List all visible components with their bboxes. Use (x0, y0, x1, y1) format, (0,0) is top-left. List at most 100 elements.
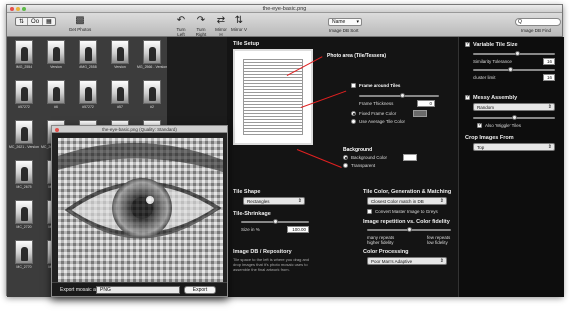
tile-shrinkage-title: Tile-Shrinkage (233, 211, 271, 217)
repetition-title: Image repetition vs. Color fidelity (363, 219, 450, 225)
thumbnail-caption: #2 (150, 105, 154, 109)
messy-assembly-select[interactable]: Random (473, 103, 555, 111)
transparent-radio[interactable] (343, 163, 348, 168)
shrinkage-slider[interactable] (241, 219, 309, 224)
thumbnail-item[interactable]: #MG_2558 (73, 39, 103, 77)
thumbnail-item[interactable]: MC_2770 (9, 239, 39, 277)
cluster-field[interactable]: 16 (543, 74, 555, 81)
size-field[interactable]: 100.00 (287, 226, 309, 233)
thumbnail-caption: Version (114, 65, 126, 69)
convert-master-checkbox[interactable] (367, 209, 372, 214)
thumbnail-image (15, 80, 33, 104)
wiggle-slider[interactable] (473, 115, 555, 120)
cluster-slider[interactable] (473, 67, 555, 72)
frame-color-swatch[interactable] (413, 110, 427, 117)
thumbnail-figure (149, 87, 156, 101)
close-window-button[interactable] (10, 7, 14, 11)
thumbnail-image (111, 40, 129, 64)
grid-view-icon[interactable]: ▦ (43, 18, 55, 25)
tile-color-title: Tile Color, Generation & Matching (363, 189, 452, 195)
export-label: Export mosaic as (60, 287, 99, 293)
tile-shape-select[interactable]: Rectangles (243, 197, 305, 205)
mosaic-preview-image (58, 138, 223, 283)
frame-slider[interactable] (359, 93, 439, 98)
mosaic-preview-window[interactable]: the-eye-basic.png (Quality: Standard) Ex… (51, 125, 228, 297)
repetition-slider[interactable] (367, 227, 451, 232)
background-color-radio[interactable] (343, 155, 348, 160)
average-tile-color-radio[interactable] (351, 119, 356, 124)
thumbnail-item[interactable]: MC_2675 (9, 159, 39, 197)
tile-setup-title: Tile Setup (233, 41, 260, 47)
thumbnail-caption: Version (50, 65, 62, 69)
variable-tile-size-label: Variable Tile Size (473, 42, 518, 48)
zoom-window-button[interactable] (22, 7, 26, 11)
get-photos-button[interactable]: ▩ Get Photos (67, 16, 93, 33)
rotate-left-icon: ↶ (176, 15, 186, 26)
frame-around-tiles-checkbox[interactable] (351, 83, 356, 88)
preview-titlebar: the-eye-basic.png (Quality: Standard) (52, 126, 227, 133)
repetition-slider-knob[interactable] (406, 227, 412, 232)
thumbnail-caption: #57 (117, 105, 123, 109)
thumbnail-item[interactable]: #57272 (73, 79, 103, 117)
background-color-swatch[interactable] (403, 154, 417, 161)
list-view-icon[interactable]: ⇅ (16, 18, 29, 25)
tile-preview (233, 49, 313, 145)
fixed-frame-color-label: Fixed Frame Color (359, 111, 397, 116)
similarity-slider-knob[interactable] (515, 51, 521, 56)
thumbnail-item[interactable]: #2 (137, 79, 167, 117)
thumbnail-figure (21, 47, 28, 61)
right-panel: Variable Tile Size Similarity Tolerance … (458, 37, 564, 297)
wiggle-checkbox[interactable] (477, 122, 482, 128)
view-toggle-label[interactable]: Oo (28, 18, 44, 25)
variable-tile-size-checkbox[interactable] (465, 41, 470, 47)
thumbnail-image (15, 200, 33, 224)
messy-assembly-checkbox[interactable] (465, 94, 470, 100)
thumbnail-item[interactable]: Version (105, 39, 135, 77)
thumbnail-item[interactable]: IMG_2554 (9, 39, 39, 77)
thumbnail-item[interactable]: MC_2621 - Version (9, 119, 39, 157)
cluster-slider-knob[interactable] (507, 67, 513, 72)
thumbnail-caption: #MG_2558 (79, 65, 97, 69)
view-toggle[interactable]: ⇅ Oo ▦ (15, 17, 56, 26)
wiggle-label: Also 'Wiggle' Tiles (485, 123, 521, 128)
thumbnail-item[interactable]: MC_2720 (9, 199, 39, 237)
thumbnail-figure (117, 47, 124, 61)
messy-assembly-label: Messy Assembly (473, 95, 518, 101)
frame-thickness-field[interactable]: 0 (417, 100, 435, 107)
thumbnail-item[interactable]: #6 (41, 79, 71, 117)
similarity-field[interactable]: 16 (543, 58, 555, 65)
turn-left-button[interactable]: ↶ Turn Left (173, 15, 189, 38)
thumbnail-figure (21, 167, 28, 181)
crop-select[interactable]: Top (473, 143, 555, 151)
get-photos-label: Get Photos (68, 27, 92, 32)
similarity-slider[interactable] (473, 51, 555, 56)
minimize-window-button[interactable] (16, 7, 20, 11)
export-format-select[interactable]: PNG (96, 286, 180, 294)
export-button[interactable]: Export (184, 286, 216, 294)
shrinkage-slider-knob[interactable] (272, 219, 278, 224)
thumbnail-item[interactable]: Version (41, 39, 71, 77)
preview-close-button[interactable] (55, 127, 59, 132)
fixed-frame-color-radio[interactable] (351, 111, 356, 116)
thumbnail-item[interactable]: #57272 (9, 79, 39, 117)
higher-fidelity-label: higher fidelity (367, 240, 394, 245)
thumbnail-figure (53, 87, 60, 101)
thumbnail-item[interactable]: MG_2566 - Version (137, 39, 167, 77)
search-input[interactable]: Q (515, 18, 561, 26)
size-label: Size in % (241, 227, 260, 232)
color-processing-select[interactable]: Poor Man's Adaptive (367, 257, 447, 265)
frame-slider-knob[interactable] (400, 93, 406, 98)
thumbnail-caption: #57272 (82, 105, 94, 109)
window-title: the-eye-basic.png (262, 6, 307, 12)
background-label: Background (343, 147, 373, 153)
sort-select[interactable]: Name (328, 18, 362, 26)
thumbnail-figure (21, 247, 28, 261)
mirror-v-button[interactable]: ⇅ Mirror V (231, 16, 247, 33)
mirror-h-button[interactable]: ⇄ Mirror H (213, 16, 229, 38)
wiggle-slider-knob[interactable] (511, 115, 517, 120)
turn-right-button[interactable]: ↷ Turn Right (192, 16, 210, 38)
thumbnail-caption: #57272 (18, 105, 30, 109)
thumbnail-item[interactable]: #57 (105, 79, 135, 117)
color-match-select[interactable]: Closest Color match in DB (367, 197, 447, 205)
search-icon: Q (518, 19, 522, 25)
